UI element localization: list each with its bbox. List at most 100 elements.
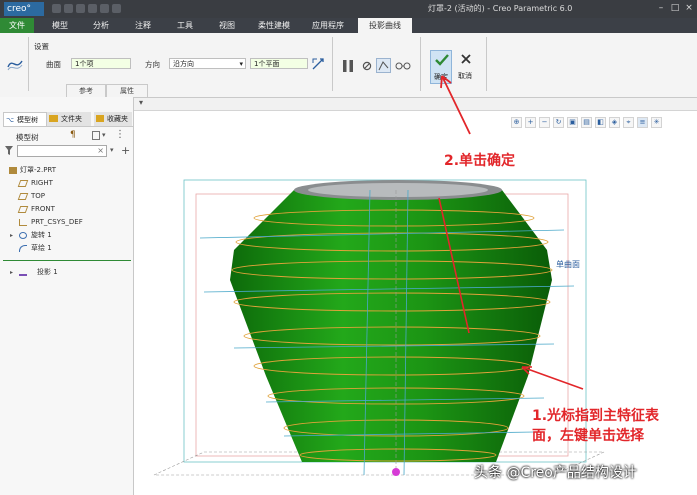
title-bar: creo° 灯罩-2 (活动的) - Creo Parametric 6.0 –… — [0, 0, 697, 18]
lamp-opening — [308, 183, 488, 197]
regenerate-icon[interactable] — [112, 4, 121, 13]
menu-file[interactable]: 文件 — [0, 18, 34, 33]
direction-value: 沿方向 — [173, 60, 194, 68]
add-icon[interactable]: + — [121, 144, 130, 157]
x-icon — [461, 54, 471, 64]
show-dropdown-icon[interactable]: ▾ — [102, 131, 106, 139]
no-preview-icon[interactable] — [362, 61, 372, 71]
redo-icon[interactable] — [100, 4, 109, 13]
tree-item-label: RIGHT — [31, 179, 53, 187]
saved-orientations-icon[interactable]: ▣ — [567, 117, 578, 128]
tree-item-part[interactable]: 灯罩-2.PRT — [0, 164, 133, 177]
project-icon — [19, 269, 27, 276]
zoom-out-icon[interactable]: − — [539, 117, 550, 128]
tree-item-label: 旋转 1 — [31, 231, 52, 239]
refit-icon[interactable]: ⊕ — [511, 117, 522, 128]
tree-search-input[interactable]: × — [17, 145, 107, 157]
csys-marker-icon — [392, 468, 400, 476]
menu-applications[interactable]: 应用程序 — [304, 18, 352, 33]
view-manager-icon[interactable]: ▤ — [581, 117, 592, 128]
annotation-display-icon[interactable]: ≡ — [637, 117, 648, 128]
menu-tools[interactable]: 工具 — [166, 18, 204, 33]
tree-item-label: PRT_CSYS_DEF — [31, 218, 83, 226]
part-icon — [9, 167, 17, 174]
zoom-in-icon[interactable]: + — [525, 117, 536, 128]
tree-item-label: TOP — [31, 192, 46, 200]
creo-logo: creo° — [4, 2, 44, 16]
window-title: 灯罩-2 (活动的) - Creo Parametric 6.0 — [428, 4, 573, 13]
tab-projected-curve[interactable]: 投影曲线 — [358, 18, 412, 33]
insert-here-marker — [3, 260, 131, 261]
tree-item-sketch[interactable]: 草绘 1 — [0, 242, 133, 255]
tree-item-label: 投影 1 — [37, 268, 58, 276]
lamp-body[interactable] — [230, 190, 552, 462]
model-tree-tab-icon: ⌥ — [6, 116, 15, 124]
more-options-icon[interactable]: ⋮ — [115, 129, 125, 140]
toolbar-chevron-icon[interactable]: ▾ — [139, 98, 143, 107]
maximize-icon[interactable]: □ — [669, 3, 681, 14]
annotation-confirm: 2.单击确定 — [444, 153, 516, 169]
spin-center-icon[interactable]: ✳ — [651, 117, 662, 128]
filter-icon[interactable] — [5, 146, 13, 155]
surface-label: 曲面 — [46, 60, 61, 69]
expand-icon[interactable]: ▸ — [10, 266, 13, 279]
projected-curve-icon — [6, 55, 24, 73]
menu-view[interactable]: 视图 — [208, 18, 246, 33]
expand-icon[interactable]: ▸ — [10, 229, 13, 242]
tree-item-right[interactable]: RIGHT — [0, 177, 133, 190]
tab-model-tree[interactable]: ⌥ 模型树 — [3, 112, 47, 127]
perspective-icon[interactable]: ◈ — [609, 117, 620, 128]
menu-model[interactable]: 模型 — [40, 18, 80, 33]
annotation-select-line1: 1.光标指到主特征表 — [532, 408, 660, 424]
tree-item-project[interactable]: ▸ 投影 1 — [0, 266, 133, 279]
arrow-to-surface — [521, 366, 584, 390]
csys-icon — [19, 219, 27, 226]
tab-properties[interactable]: 属性 — [106, 84, 148, 97]
datum-plane-icon — [17, 206, 29, 213]
checkmark-icon — [435, 54, 449, 66]
tab-favorites[interactable]: 收藏夹 — [94, 112, 132, 126]
group-settings-label: 设置 — [34, 42, 49, 51]
search-dropdown-icon[interactable]: ▾ — [110, 146, 114, 154]
tree-item-front[interactable]: FRONT — [0, 203, 133, 216]
new-file-icon[interactable] — [52, 4, 61, 13]
chevron-down-icon: ▾ — [239, 60, 243, 68]
tree-settings-icon[interactable]: ¶ — [70, 130, 76, 140]
undo-icon[interactable] — [88, 4, 97, 13]
tab-references[interactable]: 参考 — [66, 84, 106, 97]
tree-item-top[interactable]: TOP — [0, 190, 133, 203]
tree-item-label: 灯罩-2.PRT — [20, 166, 57, 174]
tree-item-csys[interactable]: PRT_CSYS_DEF — [0, 216, 133, 229]
repaint-icon[interactable]: ↻ — [553, 117, 564, 128]
datum-display-icon[interactable]: ⌖ — [623, 117, 634, 128]
display-style-icon[interactable]: ◧ — [595, 117, 606, 128]
menu-bar: 文件 模型 分析 注释 工具 视图 柔性建模 应用程序 投影曲线 — [0, 18, 697, 33]
save-icon[interactable] — [76, 4, 85, 13]
plane-reference-field[interactable]: 1个平面 — [250, 58, 308, 69]
direction-dropdown[interactable]: 沿方向 ▾ — [169, 58, 246, 69]
show-icon[interactable] — [92, 131, 100, 140]
sketch-icon — [19, 245, 27, 252]
model-tree-tab-label: 模型树 — [17, 116, 38, 124]
clear-search-icon[interactable]: × — [97, 146, 104, 156]
favorites-icon — [96, 115, 104, 122]
tree-item-label: 草绘 1 — [31, 244, 52, 252]
open-file-icon[interactable] — [64, 4, 73, 13]
revolve-icon — [19, 232, 27, 239]
menu-analysis[interactable]: 分析 — [82, 18, 120, 33]
minimize-icon[interactable]: – — [655, 3, 667, 14]
datum-plane-icon — [17, 180, 29, 187]
tab-folder-browser[interactable]: 文件夹 — [47, 112, 91, 126]
pause-icon[interactable] — [341, 59, 355, 73]
folder-tab-label: 文件夹 — [61, 115, 82, 123]
geometry-preview-icon[interactable] — [376, 58, 391, 73]
menu-flexible-modeling[interactable]: 柔性建模 — [250, 18, 298, 33]
close-icon[interactable]: × — [683, 3, 695, 14]
verify-glasses-icon[interactable] — [395, 61, 411, 71]
tree-item-revolve[interactable]: ▸ 旋转 1 — [0, 229, 133, 242]
flip-direction-icon[interactable] — [311, 57, 325, 71]
surface-field[interactable]: 1个项 — [71, 58, 131, 69]
direction-label: 方向 — [145, 60, 160, 69]
menu-annotate[interactable]: 注释 — [124, 18, 162, 33]
watermark: 头条 @Creo产品结构设计 — [474, 465, 637, 481]
